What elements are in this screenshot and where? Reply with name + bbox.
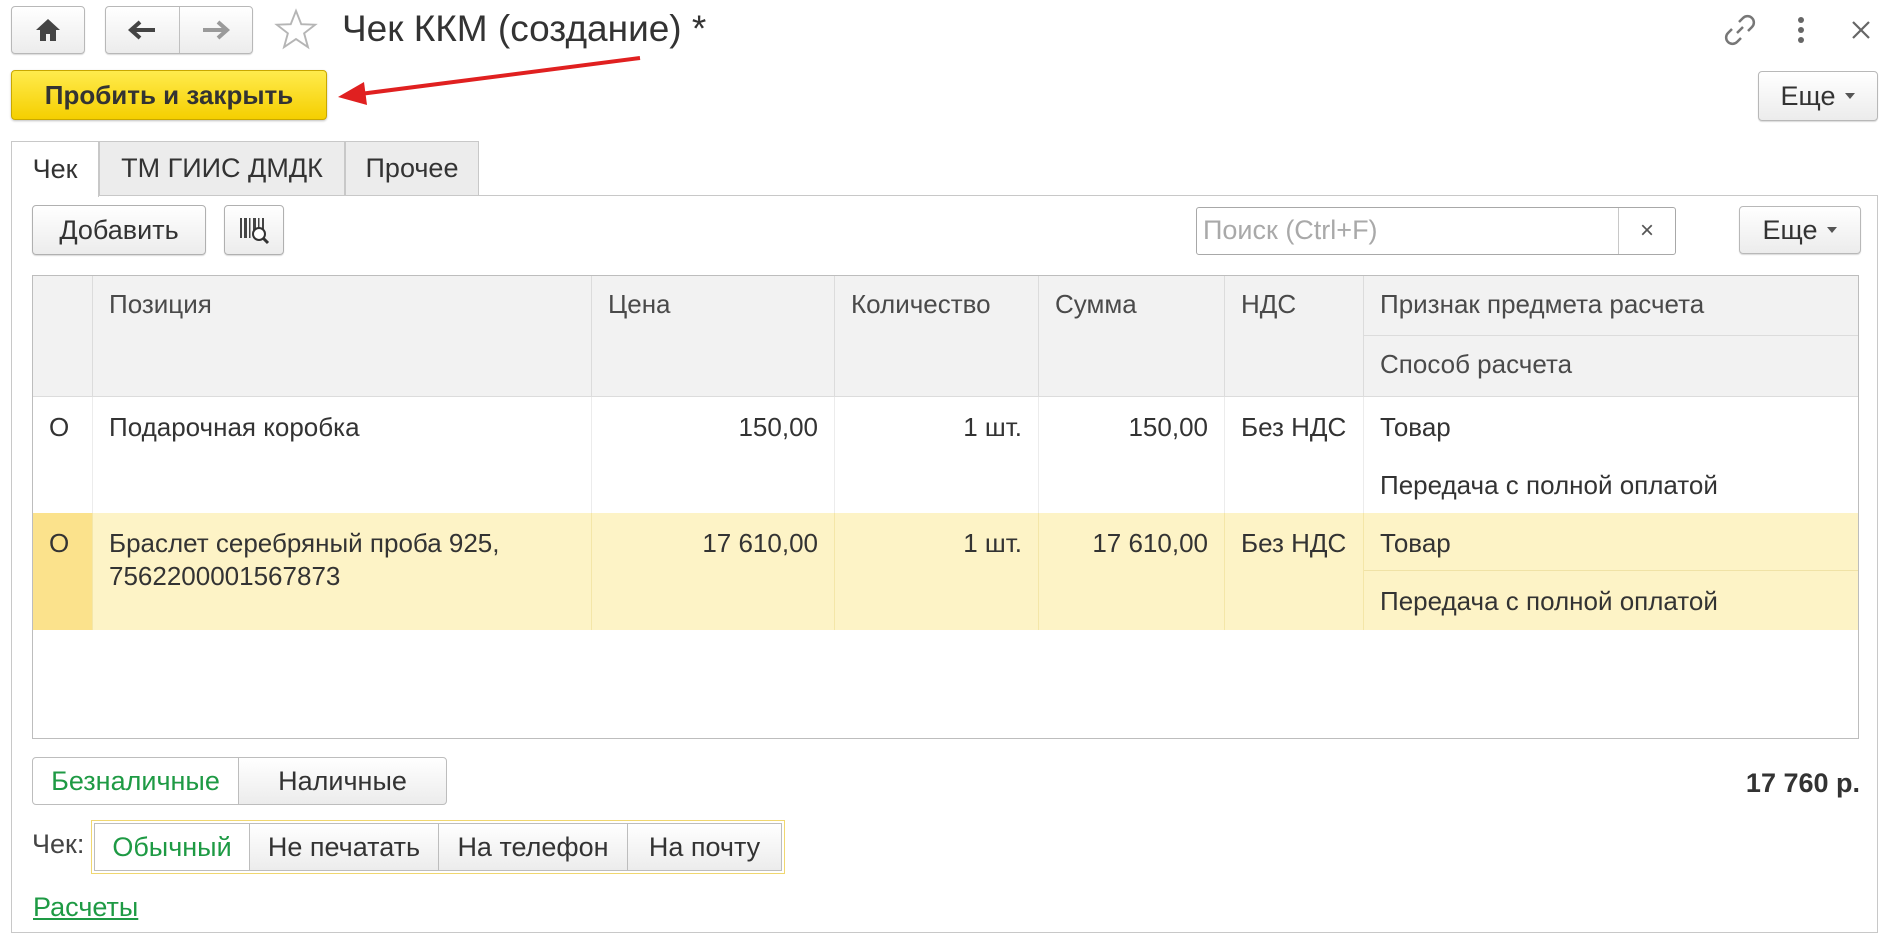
barcode-search-icon: [240, 218, 270, 245]
post-and-close-button[interactable]: Пробить и закрыть: [11, 70, 327, 120]
kebab-menu-icon: [1798, 17, 1804, 43]
nav-buttons: [105, 6, 253, 54]
more-actions-button[interactable]: [1779, 8, 1823, 52]
chevron-down-icon: [1845, 93, 1856, 99]
annotation-arrow: [338, 56, 641, 105]
forward-arrow-icon: [202, 20, 230, 40]
row-method[interactable]: Передача с полной оплатой: [1364, 455, 1858, 513]
receipt-regular-option[interactable]: Обычный: [94, 823, 250, 871]
column-header-price[interactable]: Цена: [592, 276, 835, 397]
column-header-subject[interactable]: Признак предмета расчета: [1364, 276, 1858, 336]
receipt-no-print-option[interactable]: Не печатать: [249, 823, 439, 871]
table-more-button[interactable]: Еще: [1739, 206, 1861, 254]
search-input[interactable]: [1197, 208, 1629, 252]
tab-other[interactable]: Прочее: [345, 141, 479, 195]
chevron-down-icon: [1827, 227, 1838, 233]
page-title: Чек ККМ (создание) *: [342, 8, 707, 49]
link-button[interactable]: [1718, 8, 1762, 52]
row-vat[interactable]: Без НДС: [1225, 397, 1364, 513]
tab-tm-giis-dmdk[interactable]: ТМ ГИИС ДМДК: [99, 141, 345, 195]
row-subject[interactable]: Товар: [1364, 513, 1858, 571]
home-icon: [36, 19, 60, 41]
receipt-phone-option[interactable]: На телефон: [438, 823, 628, 871]
row-quantity[interactable]: 1 шт.: [835, 513, 1039, 630]
payment-cashless-option[interactable]: Безналичные: [32, 757, 239, 805]
settlements-link[interactable]: Расчеты: [33, 892, 138, 923]
more-button-label: Еще: [1780, 80, 1836, 111]
back-button[interactable]: [106, 7, 180, 53]
column-header-quantity[interactable]: Количество: [835, 276, 1039, 397]
row-position[interactable]: Подарочная коробка: [93, 397, 592, 513]
add-button[interactable]: Добавить: [32, 205, 206, 255]
row-position[interactable]: Браслет серебряный проба 925, 7562200001…: [93, 513, 592, 630]
row-mark: O: [33, 397, 93, 513]
favorite-button[interactable]: [274, 7, 318, 51]
column-header-method[interactable]: Способ расчета: [1364, 336, 1858, 397]
star-icon: [274, 8, 318, 50]
column-header-position[interactable]: Позиция: [93, 276, 592, 397]
receipt-label: Чек:: [32, 829, 85, 859]
barcode-search-button[interactable]: [224, 205, 284, 255]
more-button[interactable]: Еще: [1758, 71, 1878, 121]
column-header-vat[interactable]: НДС: [1225, 276, 1364, 397]
table-more-button-label: Еще: [1762, 214, 1818, 245]
row-quantity[interactable]: 1 шт.: [835, 397, 1039, 513]
row-sum[interactable]: 150,00: [1039, 397, 1225, 513]
row-sum[interactable]: 17 610,00: [1039, 513, 1225, 630]
row-vat[interactable]: Без НДС: [1225, 513, 1364, 630]
items-table: Позиция Цена Количество Сумма НДС Призна…: [32, 275, 1859, 739]
forward-button[interactable]: [180, 7, 253, 53]
close-button[interactable]: [1839, 8, 1883, 52]
total-amount: 17 760 р.: [1745, 768, 1860, 798]
column-header-mark: [33, 276, 93, 397]
row-price[interactable]: 150,00: [592, 397, 835, 513]
row-price[interactable]: 17 610,00: [592, 513, 835, 630]
payment-cash-option[interactable]: Наличные: [238, 757, 447, 805]
search-field: ×: [1196, 207, 1676, 255]
receipt-email-option[interactable]: На почту: [627, 823, 782, 871]
search-clear-button[interactable]: ×: [1618, 208, 1675, 254]
row-method[interactable]: Передача с полной оплатой: [1364, 571, 1858, 630]
row-subject[interactable]: Товар: [1364, 397, 1858, 455]
back-arrow-icon: [128, 20, 156, 40]
link-icon: [1724, 14, 1756, 46]
column-header-sum[interactable]: Сумма: [1039, 276, 1225, 397]
tab-check[interactable]: Чек: [11, 141, 99, 197]
close-icon: [1852, 21, 1870, 39]
row-mark: O: [33, 513, 93, 630]
home-button[interactable]: [11, 6, 85, 54]
